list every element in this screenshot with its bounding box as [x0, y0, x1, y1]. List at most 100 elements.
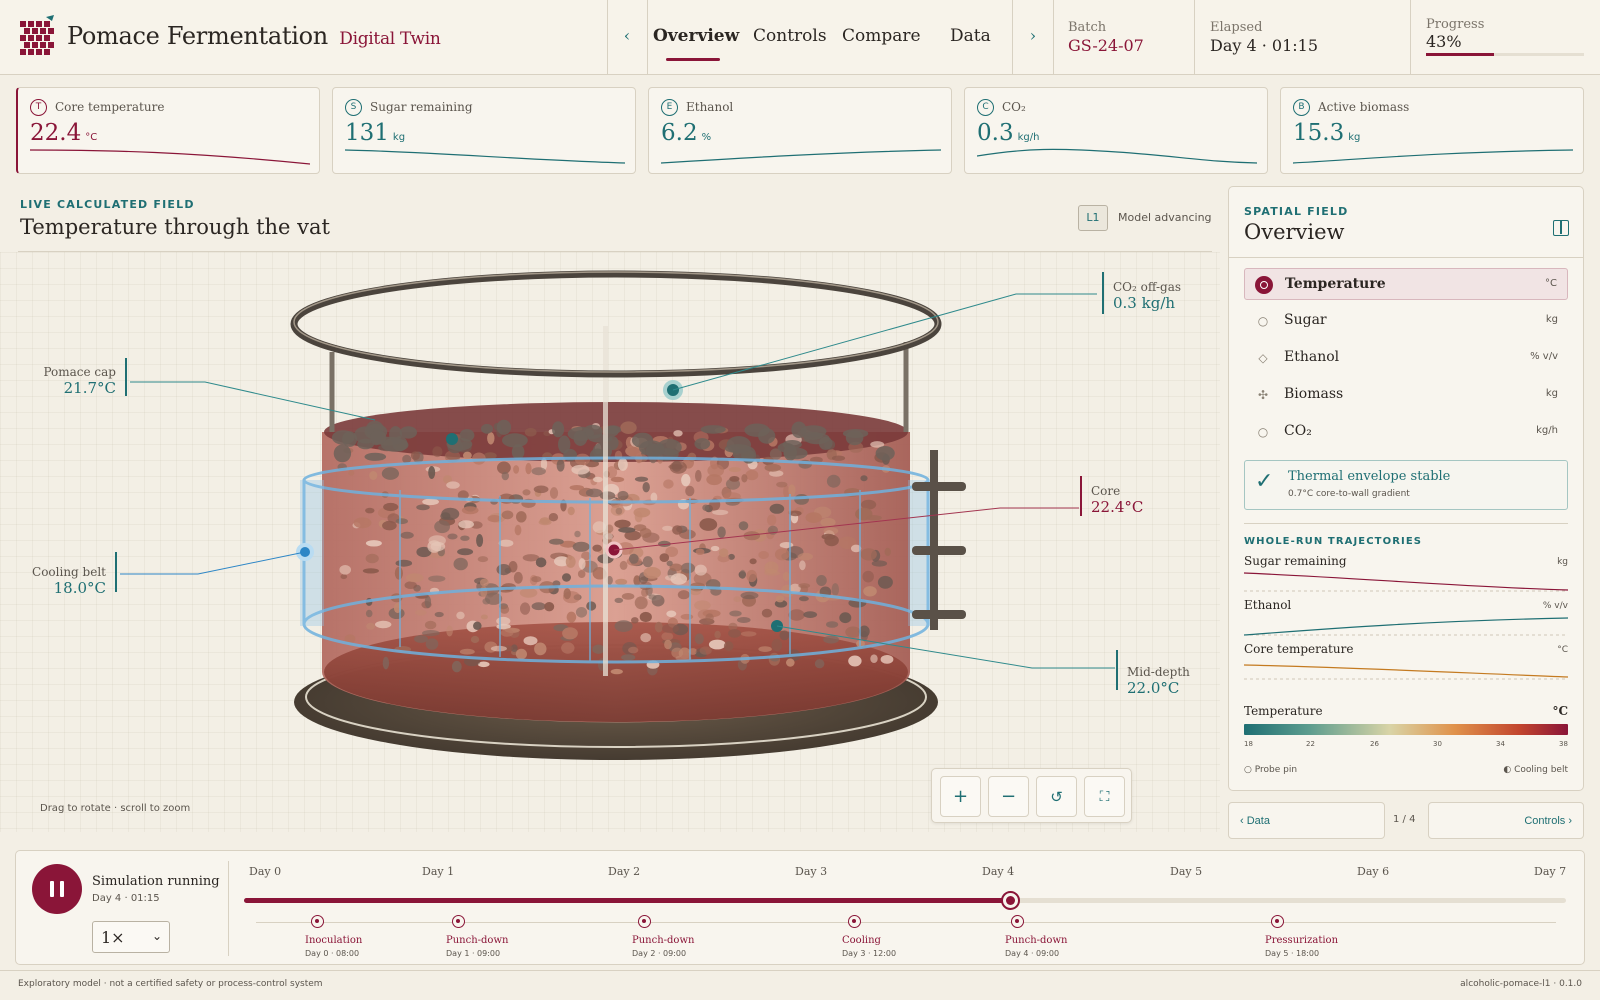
- prev-page-button[interactable]: ‹ Data: [1228, 802, 1385, 839]
- timeline-handle[interactable]: [1000, 891, 1020, 910]
- pomace-cap-particle: [694, 438, 711, 450]
- speed-select[interactable]: 1× ⌄: [92, 921, 170, 953]
- chevron-right-icon[interactable]: ›: [1023, 26, 1043, 45]
- pomace-particle: [453, 557, 468, 571]
- pomace-particle: [566, 611, 577, 623]
- layer-label: Biomass: [1284, 386, 1344, 402]
- layer-biomass[interactable]: ✣ Biomass kg: [1244, 379, 1568, 411]
- pomace-particle: [513, 571, 523, 584]
- callout-value: 22.4°C: [1091, 498, 1144, 516]
- event-name: Punch-down: [1005, 935, 1068, 946]
- event-time: Day 2 · 09:00: [632, 949, 687, 958]
- zoom-in-button[interactable]: +: [940, 776, 981, 817]
- tab-controls[interactable]: Controls: [753, 26, 827, 46]
- pomace-particle: [728, 467, 742, 473]
- pomace-particle: [826, 474, 841, 488]
- pomace-particle: [880, 655, 894, 664]
- pomace-particle: [544, 602, 555, 612]
- pomace-particle: [664, 639, 672, 650]
- version-label: alcoholic-pomace-l1 · 0.1.0: [1460, 979, 1582, 989]
- layer-co2[interactable]: ○ CO₂ kg/h: [1244, 416, 1568, 448]
- pomace-particle: [525, 462, 532, 475]
- pomace-cap-particle: [783, 444, 797, 461]
- panel-layout-icon[interactable]: [1553, 220, 1569, 236]
- panel-divider: [1244, 523, 1568, 524]
- pomace-particle: [424, 595, 432, 609]
- pomace-particle: [499, 605, 510, 614]
- pomace-particle: [799, 596, 809, 602]
- layer-temperature[interactable]: Temperature °C: [1244, 268, 1568, 300]
- pomace-particle: [633, 507, 651, 518]
- pause-button[interactable]: [32, 864, 82, 914]
- pomace-particle: [498, 539, 514, 547]
- pomace-particle: [839, 612, 852, 624]
- ethanol-badge-icon: E: [661, 99, 678, 116]
- tab-data[interactable]: Data: [950, 26, 991, 46]
- cross-icon: ✣: [1257, 388, 1269, 402]
- layer-sugar[interactable]: ○ Sugar kg: [1244, 305, 1568, 337]
- pomace-particle: [661, 632, 674, 641]
- callout-core: Core 22.4°C: [1091, 484, 1143, 516]
- pomace-particle: [405, 573, 424, 583]
- metric-card-active-biomass[interactable]: B Active biomass 15.3 kg: [1280, 87, 1584, 174]
- model-level-badge: L1: [1078, 205, 1108, 231]
- pomace-particle: [538, 519, 552, 526]
- batch-label: Batch: [1068, 20, 1107, 35]
- pomace-cap-particle: [399, 426, 417, 439]
- pomace-particle: [425, 638, 439, 650]
- callout-pomace-cap: Pomace cap 21.7°C: [40, 365, 116, 397]
- pomace-cap-probe[interactable]: [446, 433, 458, 445]
- metric-card-core-temperature[interactable]: T Core temperature 22.4 °C: [16, 87, 320, 174]
- timeline-scrubber[interactable]: [244, 891, 1566, 910]
- metric-card-ethanol[interactable]: E Ethanol 6.2%: [648, 87, 952, 174]
- metric-sparkline: [661, 149, 941, 164]
- pomace-particle: [776, 481, 788, 488]
- callout-label: Pomace cap: [43, 365, 116, 379]
- tab-compare[interactable]: Compare: [842, 26, 921, 46]
- trajectory-unit: kg: [1557, 557, 1568, 567]
- zoom-out-button[interactable]: −: [988, 776, 1029, 817]
- pomace-particle: [862, 570, 874, 583]
- pomace-particle: [666, 610, 677, 618]
- section-eyebrow: LIVE CALCULATED FIELD: [20, 198, 195, 211]
- progress-bar-fill: [1426, 53, 1494, 56]
- pomace-particle: [556, 459, 565, 472]
- pomace-particle: [456, 611, 465, 620]
- pomace-particle: [458, 520, 474, 529]
- pomace-particle: [643, 567, 661, 579]
- pomace-particle: [705, 613, 714, 622]
- layer-unit: °C: [1545, 278, 1557, 289]
- pomace-particle: [524, 427, 537, 437]
- trajectory-unit: % v/v: [1542, 601, 1568, 611]
- pause-icon: [60, 881, 64, 897]
- biomass-badge-icon: B: [1293, 99, 1310, 116]
- legend-tick: 18: [1244, 740, 1253, 748]
- progress-label: Progress: [1426, 17, 1485, 32]
- pomace-particle: [671, 647, 684, 658]
- pomace-cap-particle: [842, 429, 869, 438]
- pomace-particle: [642, 482, 650, 493]
- metric-card-sugar-remaining[interactable]: S Sugar remaining 131 kg: [332, 87, 636, 174]
- pomace-particle: [422, 630, 440, 637]
- pomace-particle: [617, 458, 628, 471]
- pomace-particle: [534, 642, 547, 656]
- layer-label: Ethanol: [1284, 349, 1340, 365]
- metric-label: Ethanol: [686, 100, 734, 114]
- metric-unit: %: [701, 132, 712, 143]
- pomace-particle: [563, 588, 571, 600]
- metric-card-co2[interactable]: C CO₂ 0.3 kg/h: [964, 87, 1268, 174]
- chevron-left-icon[interactable]: ‹: [617, 26, 637, 45]
- tab-overview[interactable]: Overview: [653, 26, 739, 46]
- pomace-particle: [531, 602, 546, 611]
- day-label: Day 2: [608, 865, 641, 878]
- event-name: Cooling: [842, 935, 881, 946]
- next-page-button[interactable]: Controls ›: [1428, 802, 1584, 839]
- pomace-particle: [699, 518, 718, 531]
- legend-unit: °C: [1552, 704, 1568, 718]
- pomace-particle: [500, 629, 514, 637]
- vat-3d-view[interactable]: [0, 252, 1220, 832]
- fullscreen-button[interactable]: ⛶: [1084, 776, 1125, 817]
- layer-ethanol[interactable]: ◇ Ethanol % v/v: [1244, 342, 1568, 374]
- reset-view-button[interactable]: ↺: [1036, 776, 1077, 817]
- pomace-particle: [353, 517, 372, 529]
